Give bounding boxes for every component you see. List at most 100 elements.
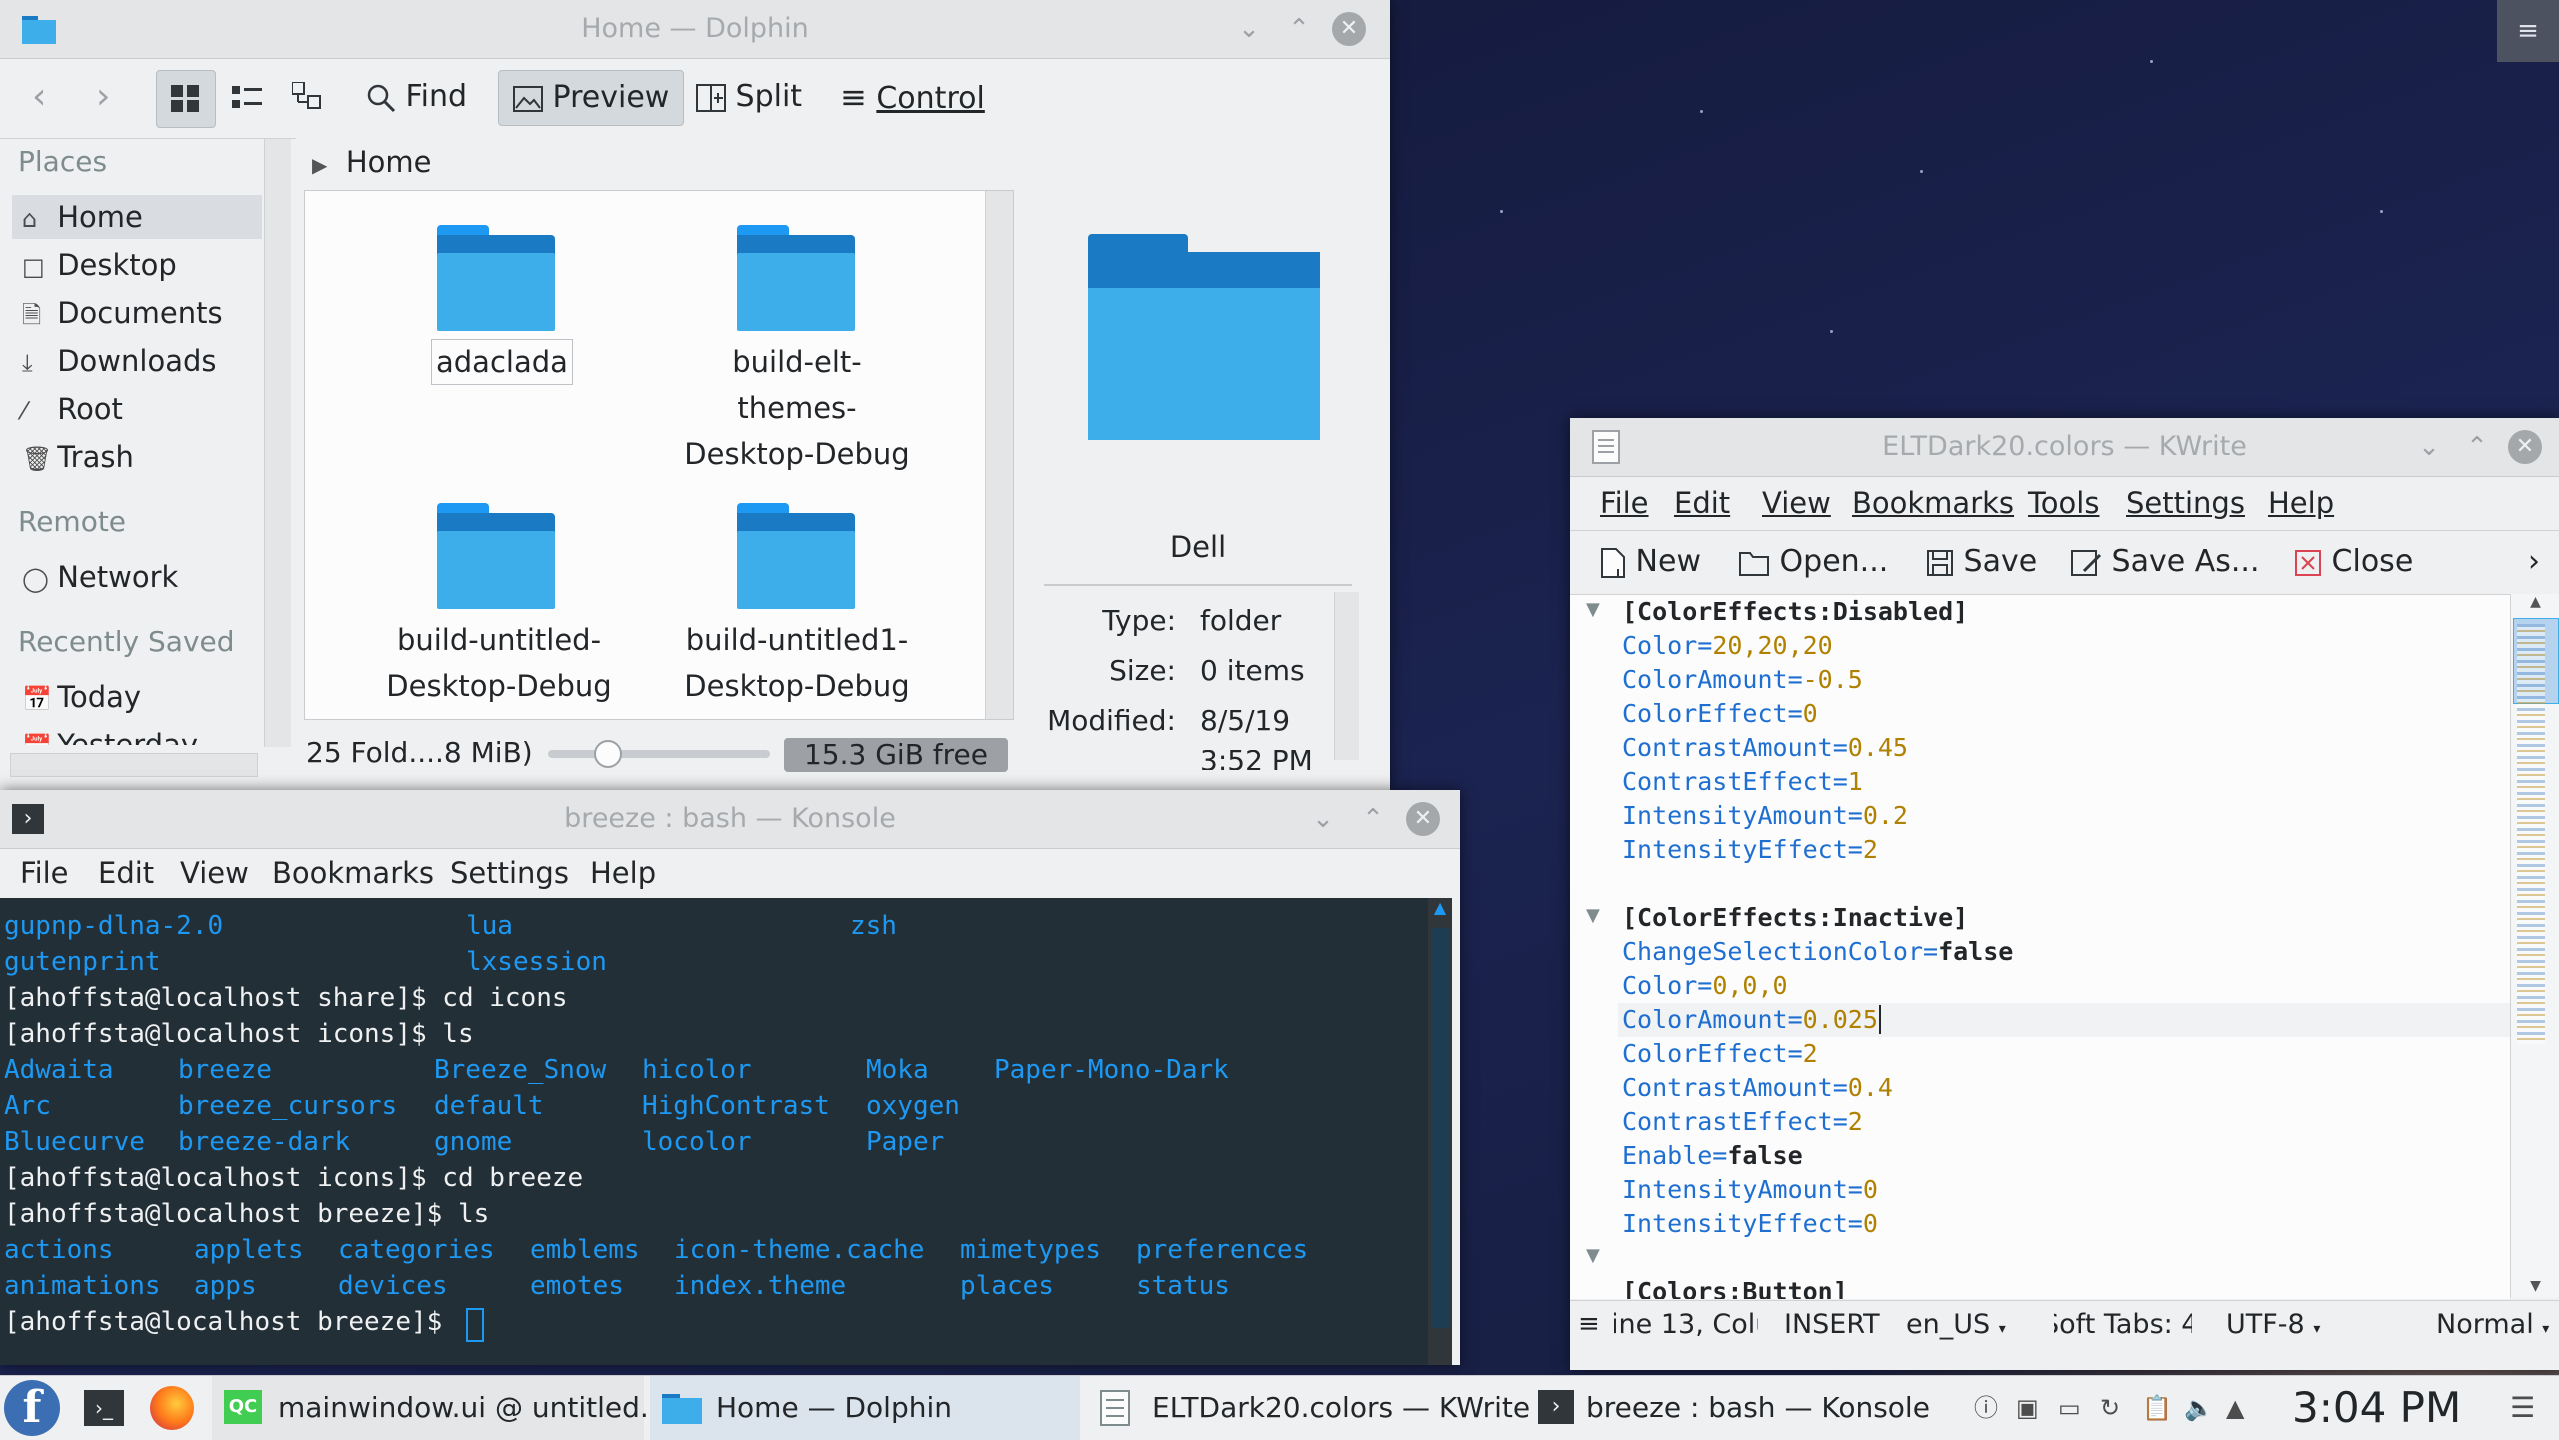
task-kwrite[interactable]: ELTDark20.colors — KWrite [1096, 1376, 1530, 1440]
preview-button[interactable]: Preview [498, 70, 685, 126]
place-item-trash[interactable]: 🗑 Trash [22, 435, 134, 479]
back-arrow-icon[interactable]: ‹ [32, 70, 46, 124]
terminal-scrollbar[interactable]: ▲ [1428, 898, 1452, 1365]
editor-area[interactable]: ▼ ▼ ▼ [ColorEffects:Disabled] Color=20,20… [1570, 594, 2510, 1299]
encoding-select[interactable]: UTF-8 ▾ [2226, 1309, 2320, 1340]
maximize-button[interactable]: ⌃ [1356, 802, 1390, 836]
minimap-scroll-down-icon[interactable]: ▼ [2511, 1278, 2559, 1294]
fold-marker-icon[interactable]: ▼ [1586, 599, 1600, 620]
config-key: ColorEffect= [1622, 1039, 1803, 1068]
desktop-menu-button[interactable]: ≡ [2497, 0, 2559, 62]
kwrite-window: ELTDark20.colors — KWrite ⌄ ⌃ ✕ File Edi… [1570, 418, 2559, 1370]
terminal-scroll-up-icon[interactable]: ▲ [1428, 898, 1452, 917]
fold-marker-icon[interactable]: ▼ [1586, 1245, 1600, 1266]
dictionary-select[interactable]: en_US ▾ [1906, 1309, 2006, 1340]
menu-settings[interactable]: Settings [2126, 486, 2245, 520]
icons-view-button[interactable] [156, 70, 216, 128]
breadcrumb[interactable]: ▶ Home [312, 140, 431, 184]
fold-marker-icon[interactable]: ▼ [1586, 905, 1600, 926]
kwrite-titlebar[interactable]: ELTDark20.colors — KWrite ⌄ ⌃ ✕ [1570, 418, 2559, 477]
highlight-mode-select[interactable]: Normal ▾ [2436, 1309, 2549, 1340]
find-button[interactable]: Find [366, 70, 467, 124]
place-item-desktop[interactable]: □ Desktop [22, 243, 177, 287]
folder-icon[interactable] [437, 225, 555, 331]
minimize-button[interactable]: ⌄ [2412, 430, 2446, 464]
tray-expand-icon[interactable]: ▲ [2226, 1376, 2244, 1440]
overflow-chevron-icon[interactable]: › [2528, 535, 2540, 589]
task-konsole[interactable]: › breeze : bash — Konsole [1530, 1376, 1950, 1440]
volume-icon[interactable]: 🔈 [2184, 1376, 2214, 1440]
folder-icon[interactable] [737, 225, 855, 331]
display-icon[interactable]: ▭ [2058, 1376, 2081, 1440]
clipboard-icon[interactable]: 📋 [2142, 1376, 2172, 1440]
folder-icon[interactable] [437, 503, 555, 609]
input-mode[interactable]: INSERT [1784, 1309, 1880, 1340]
places-scrollbar[interactable] [264, 139, 291, 747]
application-launcher[interactable]: f [4, 1380, 60, 1436]
place-item-root[interactable]: ⁄ Root [22, 387, 123, 431]
compact-view-icon[interactable] [232, 84, 264, 112]
menu-view[interactable]: View [1762, 486, 1831, 520]
details-view-icon[interactable] [292, 82, 324, 112]
folder-name-build-elt-themes[interactable]: build-elt- themes- Desktop-Debug [655, 339, 939, 477]
clock[interactable]: 3:04 PM [2292, 1376, 2461, 1440]
menu-tools[interactable]: Tools [2028, 486, 2099, 520]
menu-edit[interactable]: Edit [1674, 486, 1730, 520]
minimap[interactable]: ▲ ▼ [2510, 594, 2559, 1298]
indent-select-clip: Soft Tabs: 4 [2054, 1309, 2192, 1345]
new-button[interactable]: New [1600, 535, 1701, 589]
zoom-slider-handle[interactable] [594, 740, 622, 768]
panel-settings-icon[interactable]: ☰ [2510, 1376, 2535, 1440]
maximize-button[interactable]: ⌃ [1282, 12, 1316, 46]
close-document-button[interactable]: Close [2294, 535, 2413, 589]
menu-edit[interactable]: Edit [98, 856, 154, 890]
open-button[interactable]: Open... [1738, 535, 1888, 589]
task-qtcreator[interactable]: QC mainwindow.ui @ untitled... [212, 1376, 667, 1440]
maximize-button[interactable]: ⌃ [2460, 430, 2494, 464]
place-item-home-label[interactable]: ⌂ Home [22, 195, 143, 239]
notifications-icon[interactable]: ⓘ [1974, 1376, 1998, 1440]
screenshot-icon[interactable]: ▣ [2016, 1376, 2039, 1440]
close-button[interactable]: ✕ [1332, 12, 1366, 46]
firefox-launcher-icon[interactable] [150, 1386, 194, 1430]
cursor-position[interactable]: Line 13, Column 18 [1614, 1309, 1758, 1340]
dolphin-titlebar[interactable]: Home — Dolphin ⌄ ⌃ ✕ [0, 0, 1390, 59]
menu-bookmarks[interactable]: Bookmarks [272, 856, 434, 890]
folder-name-adaclada[interactable]: adaclada [431, 339, 573, 385]
konsole-titlebar[interactable]: › breeze : bash — Konsole ⌄ ⌃ ✕ [0, 790, 1460, 849]
save-as-button[interactable]: Save As... [2070, 535, 2259, 589]
updates-icon[interactable]: ↻ [2100, 1376, 2120, 1440]
minimize-button[interactable]: ⌄ [1232, 12, 1266, 46]
place-item-today[interactable]: 📅 Today [22, 675, 141, 719]
split-button[interactable]: Split [696, 70, 802, 124]
terminal-output[interactable]: gupnp-dlna-2.0 lua zsh gutenprint lxsess… [0, 898, 1428, 1365]
zoom-slider-track[interactable] [548, 750, 770, 758]
menu-settings[interactable]: Settings [450, 856, 569, 890]
terminal-scroll-thumb[interactable] [1431, 928, 1449, 1328]
folder-name-build-untitled[interactable]: build-untitled- Desktop-Debug [357, 617, 641, 709]
place-item-documents[interactable]: 🗎 Documents [22, 291, 223, 335]
task-dolphin[interactable]: Home — Dolphin [650, 1376, 1080, 1440]
place-item-network[interactable]: ◯ Network [22, 555, 178, 599]
folder-icon[interactable] [737, 503, 855, 609]
close-button[interactable]: ✕ [2508, 430, 2542, 464]
menu-file[interactable]: File [20, 856, 69, 890]
menu-help[interactable]: Help [590, 856, 656, 890]
menu-file[interactable]: File [1600, 486, 1649, 520]
save-button[interactable]: Save [1926, 535, 2037, 589]
minimap-scroll-up-icon[interactable]: ▲ [2511, 594, 2559, 610]
file-view[interactable]: adaclada build-elt- themes- Desktop-Debu… [304, 190, 1014, 720]
folder-name-build-untitled1[interactable]: build-untitled1- Desktop-Debug [655, 617, 939, 709]
forward-arrow-icon[interactable]: › [96, 70, 110, 124]
indent-select[interactable]: Soft Tabs: 4 [2054, 1309, 2192, 1340]
place-item-downloads[interactable]: ⤓ Downloads [22, 339, 216, 383]
menu-view[interactable]: View [180, 856, 249, 890]
menu-bookmarks[interactable]: Bookmarks [1852, 486, 2014, 520]
breadcrumb-home[interactable]: Home [346, 145, 432, 179]
minimize-button[interactable]: ⌄ [1306, 802, 1340, 836]
control-button[interactable]: ≡ Control [840, 70, 985, 124]
close-button[interactable]: ✕ [1406, 802, 1440, 836]
terminal-launcher-icon[interactable]: ›_ [84, 1390, 124, 1426]
file-view-scrollbar[interactable] [985, 191, 1013, 719]
menu-help[interactable]: Help [2268, 486, 2334, 520]
